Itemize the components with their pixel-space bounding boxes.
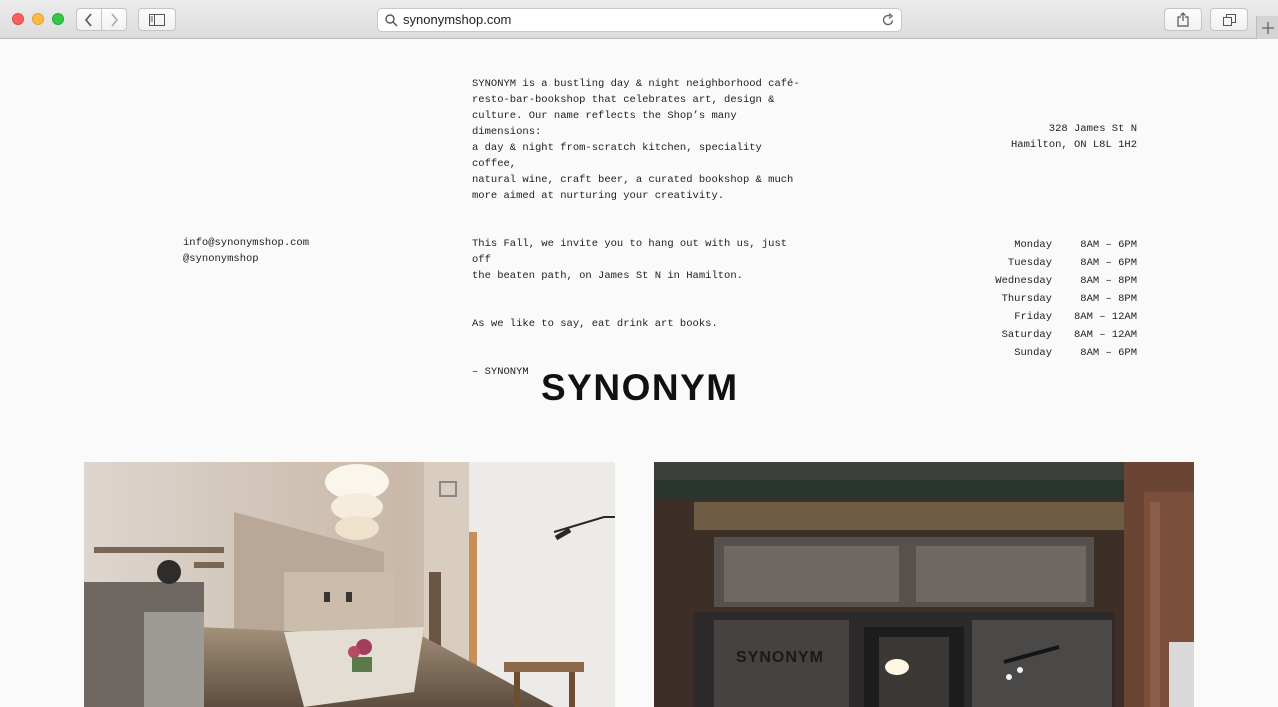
browser-toolbar: synonymshop.com	[0, 0, 1278, 39]
interior-photo	[84, 462, 615, 707]
hours-time: 8AM – 6PM	[1080, 239, 1137, 251]
hours-day: Saturday	[1001, 329, 1052, 341]
chevron-left-icon	[84, 12, 92, 27]
tabs-overview-button[interactable]	[1210, 8, 1248, 31]
about-paragraph: This Fall, we invite you to hang out wit…	[472, 238, 788, 282]
hours-day: Wednesday	[995, 275, 1052, 287]
hours-day: Tuesday	[1007, 257, 1052, 269]
close-window-button[interactable]	[12, 13, 24, 25]
hours-time: 8AM – 8PM	[1080, 293, 1137, 305]
hours-time: 8AM – 12AM	[1073, 329, 1137, 341]
street-address: 328 James St N Hamilton, ON L8L 1H2	[960, 121, 1137, 153]
tabs-overview-icon	[1222, 13, 1236, 26]
hours-day: Monday	[1014, 239, 1052, 251]
address-line: Hamilton, ON L8L 1H2	[1010, 139, 1137, 151]
hours-row: Thursday 8AM – 8PM	[980, 290, 1137, 308]
opening-hours: Monday 8AM – 6PM Tuesday 8AM – 6PM Wednesd…	[980, 236, 1137, 362]
hours-row: Friday 8AM – 12AM	[980, 308, 1137, 326]
about-text: SYNONYM is a bustling day & night neighb…	[472, 60, 802, 412]
storefront-photo: SYNONYM	[654, 462, 1194, 707]
hours-day: Sunday	[1014, 347, 1052, 359]
contact-links: info@synonymshop.com @synonymshop	[183, 235, 309, 267]
about-paragraph: As we like to say, eat drink art books.	[472, 318, 718, 330]
back-button[interactable]	[76, 8, 102, 31]
share-button[interactable]	[1164, 8, 1202, 31]
hours-row: Tuesday 8AM – 6PM	[980, 254, 1137, 272]
site-logo[interactable]: SYNONYM	[541, 365, 738, 411]
url-text[interactable]: synonymshop.com	[403, 12, 511, 28]
sidebar-button[interactable]	[138, 8, 176, 31]
navigation-buttons	[76, 8, 128, 31]
plus-icon	[1261, 21, 1274, 34]
chevron-right-icon	[111, 12, 119, 27]
hours-time: 8AM – 6PM	[1080, 257, 1137, 269]
about-paragraph: SYNONYM is a bustling day & night neighb…	[472, 78, 800, 202]
hours-row: Monday 8AM – 6PM	[980, 236, 1137, 254]
hours-row: Saturday 8AM – 12AM	[980, 326, 1137, 344]
hours-row: Wednesday 8AM – 8PM	[980, 272, 1137, 290]
sidebar-icon	[149, 13, 165, 26]
storefront-sign: SYNONYM	[736, 649, 824, 666]
hours-day: Thursday	[1001, 293, 1052, 305]
address-line: 328 James St N	[1048, 123, 1137, 135]
share-icon	[1177, 12, 1189, 27]
search-icon	[385, 14, 398, 27]
hours-time: 8AM – 12AM	[1073, 311, 1137, 323]
reload-icon[interactable]	[882, 13, 895, 27]
hours-time: 8AM – 8PM	[1080, 275, 1137, 287]
forward-button[interactable]	[101, 8, 127, 31]
social-link[interactable]: @synonymshop	[183, 251, 309, 267]
hours-time: 8AM – 6PM	[1080, 347, 1137, 359]
minimize-window-button[interactable]	[32, 13, 44, 25]
fullscreen-window-button[interactable]	[52, 13, 64, 25]
hours-row: Sunday 8AM – 6PM	[980, 344, 1137, 362]
hours-day: Friday	[1014, 311, 1052, 323]
new-tab-button[interactable]	[1256, 16, 1278, 39]
web-page: SYNONYM is a bustling day & night neighb…	[0, 39, 1278, 707]
email-link[interactable]: info@synonymshop.com	[183, 235, 309, 251]
address-bar[interactable]: synonymshop.com	[377, 8, 902, 32]
